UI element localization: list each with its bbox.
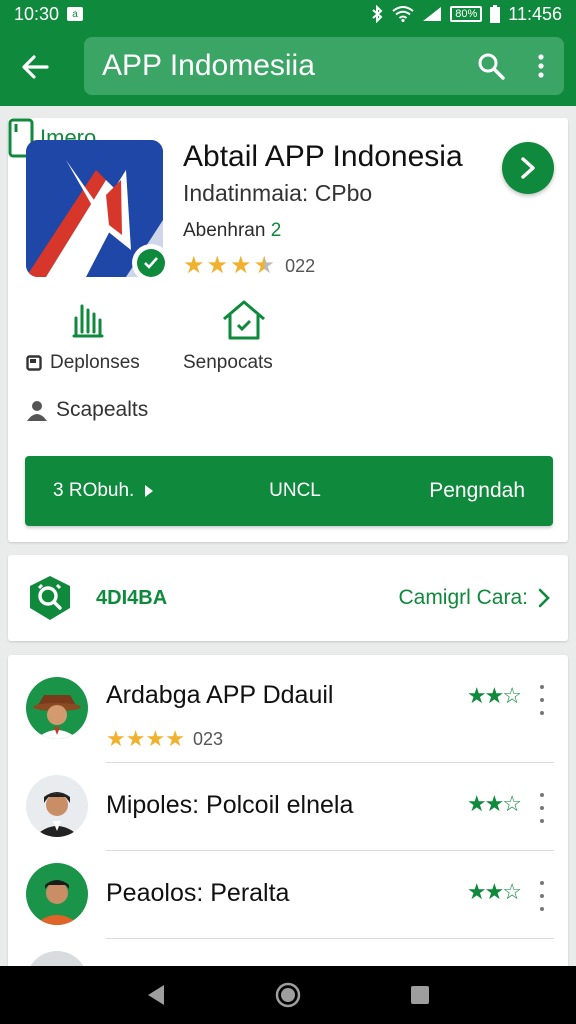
more-button[interactable] [518,37,564,95]
wifi-icon [392,6,414,22]
list-item[interactable]: Ardabga APP Ddauil ★ ★ ★ ★ 023 ★★☆ [8,655,568,763]
search-button[interactable] [464,37,518,95]
meta-scapealts-label: Scapealts [56,398,149,421]
review-rating: ★★☆ [466,879,522,904]
review-more-button[interactable] [536,685,548,715]
check-icon [137,249,165,277]
star-icon: ★ [106,726,126,751]
star-icon: ★ [183,252,205,279]
star-icon: ★ [145,726,166,751]
status-time: 10:30 [14,3,60,24]
feature-house[interactable] [218,296,270,344]
play-icon [145,485,154,497]
meta-scapealts: Scapealts [26,398,148,422]
star-icon: ★ [125,726,146,751]
avatar [26,863,88,925]
chevron-right-icon [538,588,550,608]
shield-scan-icon [30,576,70,620]
nav-back-icon [148,985,164,1005]
list-item[interactable]: Peaolos: Peralta ★★☆ [8,851,568,939]
search-query[interactable]: APP Indomesiia [102,49,464,83]
star-icon: ★ [206,252,229,279]
meta-deplonses: Deplonses [26,352,140,374]
rating-count: 022 [285,255,316,276]
app-detail-card: Abtail APP Indonesia Indatinmaia: CPbo A… [8,118,568,542]
battery-icon [490,5,501,23]
action-middle-button[interactable]: UNCL [225,480,365,502]
house-icon [223,300,265,340]
square-icon [26,355,42,371]
nav-recents-icon [411,986,429,1004]
meta-senpocats: Senpocats [183,352,273,373]
next-button[interactable] [502,142,554,194]
review-title: Ardabga APP Ddauil [106,681,334,709]
notification-badge: a [67,7,84,21]
section-card[interactable]: 4DI4BA Camigrl Cara: [8,555,568,641]
more-vert-icon [538,54,544,78]
review-title: Peaolos: Peralta [106,879,290,907]
review-rating: ★★☆ [466,683,522,708]
action-left-label: 3 RObuh. [53,480,135,501]
category-label: Abenhran [183,220,266,241]
verified-badge [132,244,170,282]
signal-icon [422,6,442,22]
battery-label: 80% [450,6,483,22]
app-rating: ★ ★ ★ ★ 022 [183,254,315,278]
status-bar: 10:30 a 80% 11:456 [0,0,576,28]
list-item[interactable]: Mipoles: Polcoil elnela ★★☆ [8,763,568,851]
review-rating: ★★☆ [466,791,522,816]
review-more-button[interactable] [536,793,548,823]
avatar [26,775,88,837]
install-button[interactable]: Pengndah [429,479,553,503]
hand-icon [72,304,104,338]
search-icon [478,53,505,80]
chevron-right-icon [521,157,535,179]
nav-recents-button[interactable] [400,975,440,1015]
reviews-list: Ardabga APP Ddauil ★ ★ ★ ★ 023 ★★☆ Mipol… [8,655,568,975]
app-bar: APP Indomesiia [0,28,576,106]
review-more-button[interactable] [536,881,548,911]
status-clock-right: 11:456 [508,3,562,24]
bluetooth-icon [370,5,384,23]
feature-hand[interactable] [64,296,112,344]
category-number: 2 [270,220,282,241]
section-link[interactable]: Camigrl Cara: [398,586,550,610]
action-bar: 3 RObuh. UNCL Pengndah [25,456,553,526]
nav-home-button[interactable] [268,975,308,1015]
star-half-icon: ★ [253,252,276,279]
app-developer: Indatinmaia: CPbo [183,180,373,206]
meta-deplonses-label: Deplonses [50,352,140,373]
review-title: Mipoles: Polcoil elnela [106,791,354,819]
avatar [26,677,88,739]
action-left-button[interactable]: 3 RObuh. [25,480,225,502]
review-stars: ★ ★ ★ ★ 023 [106,727,223,751]
search-bar[interactable]: APP Indomesiia [84,37,564,95]
star-icon: ★ [165,726,185,751]
nav-home-icon [275,982,301,1008]
section-label: 4DI4BA [96,586,168,609]
star-icon: ★ [230,252,252,279]
app-category: Abenhran 2 [183,220,281,242]
nav-back-button[interactable] [136,975,176,1015]
app-title: Abtail APP Indonesia [183,140,463,173]
system-nav-bar [0,966,576,1024]
back-button[interactable] [0,28,70,106]
section-link-label: Camigrl Cara: [398,586,528,609]
person-icon [27,401,47,421]
back-arrow-icon [22,55,49,79]
review-count: 023 [192,728,223,749]
